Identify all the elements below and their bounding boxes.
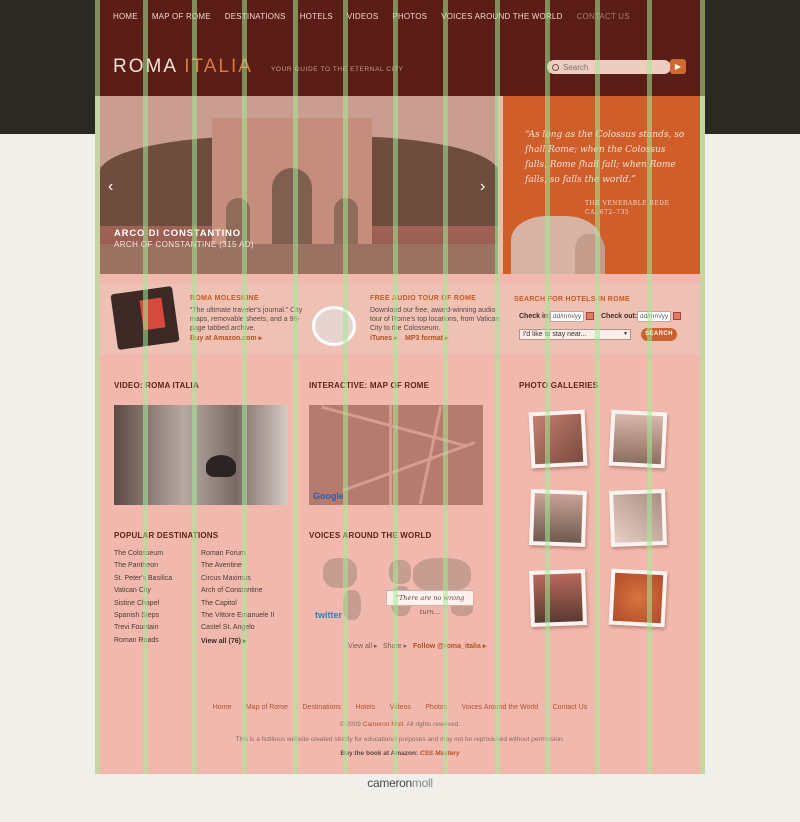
photo-thumbnail[interactable] [528,409,588,469]
destination-link[interactable]: The Pantheon [114,562,158,569]
footer-link-hotels[interactable]: Hotels [355,704,375,711]
promo-audio-body: Download our free, award-winning audio t… [370,307,500,332]
mp3-link[interactable]: MP3 format ▸ [405,334,449,342]
twitter-logo[interactable]: twitter [315,610,342,620]
credit-logo[interactable]: cameronmoll [0,776,800,790]
destination-link[interactable]: Roman Roads [114,637,159,644]
destination-link[interactable]: The Aventine [201,562,242,569]
destination-link[interactable]: Trevi Fountain [114,624,158,631]
destination-link[interactable]: Castel St. Angelo [201,624,255,631]
next-slide-icon[interactable]: › [480,178,485,196]
footer-link-contact[interactable]: Contact Us [553,704,588,711]
earbuds-image [312,306,356,346]
destination-link[interactable]: Circus Maximus [201,575,251,582]
checkin-label: Check in: [519,313,551,320]
book-promo-line: Buy the book at Amazon: CSS Mastery [340,750,460,757]
destination-link[interactable]: Vatican City [114,587,151,594]
hotel-search-button[interactable]: SEARCH [641,328,677,341]
destination-link[interactable]: The Vittore Emanuele II [201,612,274,619]
follow-twitter-link[interactable]: Follow @roma_italia ▸ [413,642,486,650]
photo-thumbnail[interactable] [608,409,668,469]
checkin-field[interactable]: dd/mm/yy [550,311,584,322]
quote-text: “As long as the Colossus stands, so ſhal… [525,130,685,185]
main-nav: HOME MAP OF ROME DESTINATIONS HOTELS VID… [113,12,644,21]
moleskine-image [110,285,180,351]
promo-moleskine-body: “The ultimate traveler's journal.” City … [190,307,303,332]
arch-of-constantine-image [212,118,372,246]
promo-audio-title: FREE AUDIO TOUR OF ROME [370,295,477,302]
google-logo: Google [313,491,344,501]
css-mastery-link[interactable]: CSS Mastery [420,750,460,757]
nav-home[interactable]: HOME [113,12,138,21]
destination-link[interactable]: Roman Forum [201,550,246,557]
author-link[interactable]: Cameron Moll [363,721,403,728]
page-container: HOME MAP OF ROME DESTINATIONS HOTELS VID… [95,0,705,774]
footer-link-photos[interactable]: Photos [425,704,447,711]
voices-section-title: VOICES AROUND THE WORLD [309,531,432,540]
quote-date: CA. 672–735 [585,209,630,216]
calendar-icon[interactable] [586,312,594,320]
stay-near-select[interactable]: I'd like to stay near... [519,329,631,340]
map-section-title: INTERACTIVE: MAP OF ROME [309,381,430,390]
nav-hotels[interactable]: HOTELS [300,12,333,21]
destination-link[interactable]: St. Peter's Basilica [114,575,172,582]
nav-contact-us[interactable]: CONTACT US [577,12,630,21]
destination-link[interactable]: Arch of Constantine [201,587,262,594]
search-box [547,60,671,74]
nav-videos[interactable]: VIDEOS [347,12,378,21]
tweet-bubble[interactable]: “There are no wrong turn… [386,590,474,616]
logo-roma: ROMA [113,56,177,77]
hero-subtitle: ARCH OF CONSTANTINE (315 AD) [114,240,254,249]
chevron-down-icon: ▼ [623,331,628,337]
footer-link-voices[interactable]: Voices Around the World [462,704,539,711]
quote-author: THE VENERABLE BEDE [585,200,670,207]
logo-italia: ITALIA [184,56,253,77]
video-player[interactable] [114,405,288,505]
destinations-view-all-link[interactable]: View all (76) ▸ [201,637,246,645]
copyright: © 2009 Cameron Moll. All rights reserved… [339,721,461,728]
arrow-right-icon: ▶ [674,62,682,71]
video-section-title: VIDEO: ROMA ITALIA [114,381,199,390]
photo-thumbnail[interactable] [609,489,667,547]
destination-link[interactable]: The Capitol [201,600,237,607]
footer-link-map[interactable]: Map of Rome [246,704,288,711]
photos-section-title: PHOTO GALLERIES [519,381,599,390]
footer-nav: Home Map of Rome Destinations Hotels Vid… [95,696,705,714]
footer-link-home[interactable]: Home [213,704,232,711]
destination-link[interactable]: The Colosseum [114,550,163,557]
photo-thumbnail[interactable] [529,489,587,547]
itunes-link[interactable]: iTunes ▸ [370,334,398,342]
checkout-label: Check out: [601,313,638,320]
destination-link[interactable]: Sistine Chapel [114,600,159,607]
buy-amazon-link[interactable]: Buy at Amazon.com ▸ [190,334,262,342]
voices-view-all-link[interactable]: View all ▸ [348,642,377,650]
disclaimer: This is a fictitious website created str… [235,736,565,743]
footer-link-destinations[interactable]: Destinations [302,704,341,711]
footer-link-videos[interactable]: Videos [390,704,411,711]
prev-slide-icon[interactable]: ‹ [108,178,113,196]
nav-photos[interactable]: PHOTOS [392,12,427,21]
promo-moleskine-title: ROMA MOLESKINE [190,295,259,302]
destination-link[interactable]: Spanish Steps [114,612,159,619]
search-icon [552,63,559,71]
photo-thumbnail[interactable] [608,568,668,628]
search-submit-button[interactable]: ▶ [670,59,686,74]
nav-voices[interactable]: VOICES AROUND THE WORLD [441,12,562,21]
nav-destinations[interactable]: DESTINATIONS [225,12,286,21]
checkout-field[interactable]: dd/mm/yy [637,311,671,322]
destinations-section-title: POPULAR DESTINATIONS [114,531,219,540]
calendar-icon[interactable] [673,312,681,320]
photo-thumbnail[interactable] [529,569,587,627]
interactive-map[interactable]: Google [309,405,483,505]
nav-map-of-rome[interactable]: MAP OF ROME [152,12,211,21]
hero-title: ARCO DI CONSTANTINO [114,228,241,239]
site-logo[interactable]: ROMA ITALIA [113,56,253,78]
share-link[interactable]: Share ▸ [383,642,407,650]
tagline: YOUR GUIDE TO THE ETERNAL CITY [271,66,404,73]
hero-slideshow: ‹ › ARCO DI CONSTANTINO ARCH OF CONSTANT… [100,96,498,274]
search-input[interactable] [563,62,663,72]
hotel-search-title: SEARCH FOR HOTELS IN ROME [514,296,631,303]
quote-panel: “As long as the Colossus stands, so ſhal… [503,96,700,274]
